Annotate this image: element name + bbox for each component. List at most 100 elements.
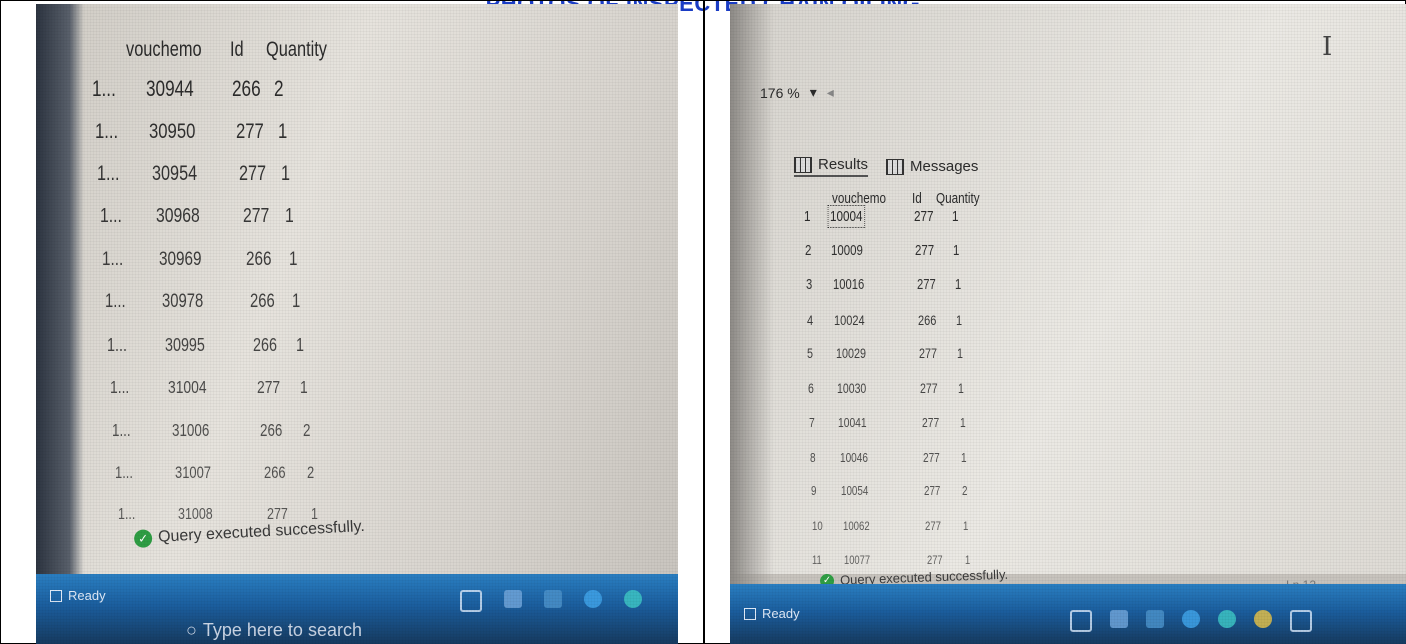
cell-rownum[interactable]: 4 — [807, 312, 813, 328]
cell-rownum[interactable]: 1... — [115, 463, 133, 483]
cell-vouchemo[interactable]: 31008 — [178, 506, 213, 524]
task-view-icon[interactable] — [460, 590, 482, 612]
cell-quantity[interactable]: 1 — [957, 346, 963, 361]
cell-rownum[interactable]: 1... — [102, 248, 123, 271]
cell-vouchemo[interactable]: 10009 — [831, 243, 863, 259]
cell-quantity[interactable]: 2 — [307, 463, 314, 483]
cell-vouchemo[interactable]: 10054 — [841, 484, 868, 498]
cell-vouchemo[interactable]: 30995 — [165, 334, 205, 356]
cell-rownum[interactable]: 1... — [92, 76, 116, 102]
cell-rownum[interactable]: 1... — [105, 291, 126, 313]
file-explorer-icon[interactable] — [1110, 610, 1128, 628]
column-header-id[interactable]: Id — [912, 190, 922, 207]
cell-id[interactable]: 277 — [920, 381, 938, 396]
cell-vouchemo[interactable]: 30968 — [156, 205, 200, 228]
column-header-vouchemo[interactable]: vouchemo — [126, 38, 202, 62]
cell-id[interactable]: 277 — [924, 484, 940, 498]
cell-id[interactable]: 266 — [250, 291, 275, 313]
cell-id[interactable]: 277 — [915, 243, 934, 259]
cell-rownum[interactable]: 9 — [811, 484, 816, 498]
cell-vouchemo[interactable]: 10030 — [837, 381, 866, 396]
cell-id[interactable]: 277 — [917, 277, 936, 293]
cell-quantity[interactable]: 1 — [281, 162, 290, 186]
cell-vouchemo[interactable]: 10004 — [827, 205, 865, 228]
browser-icon[interactable] — [1182, 610, 1200, 628]
cell-quantity[interactable]: 1 — [300, 377, 308, 398]
cell-vouchemo[interactable]: 30954 — [152, 162, 197, 186]
cell-rownum[interactable]: 1... — [107, 334, 127, 356]
cell-id[interactable]: 266 — [264, 463, 286, 483]
zoom-control[interactable]: 176 % ▾ ◂ — [760, 84, 834, 101]
cell-id[interactable]: 277 — [257, 377, 280, 398]
column-header-quantity[interactable]: Quantity — [936, 190, 980, 207]
cell-vouchemo[interactable]: 30969 — [159, 248, 202, 271]
tab-messages[interactable]: Messages — [886, 158, 978, 175]
cell-id[interactable]: 266 — [260, 420, 282, 441]
cell-vouchemo[interactable]: 10016 — [833, 277, 864, 293]
column-header-id[interactable]: Id — [230, 38, 244, 62]
cell-quantity[interactable]: 2 — [303, 420, 310, 441]
cell-vouchemo[interactable]: 31006 — [172, 420, 209, 441]
cell-id[interactable]: 266 — [918, 312, 936, 328]
cell-id[interactable]: 277 — [914, 208, 934, 225]
cell-quantity[interactable]: 1 — [952, 208, 959, 225]
cell-rownum[interactable]: 1... — [100, 205, 122, 228]
cell-quantity[interactable]: 1 — [961, 450, 967, 465]
cell-quantity[interactable]: 1 — [963, 519, 968, 533]
cell-quantity[interactable]: 1 — [953, 243, 959, 259]
cell-quantity[interactable]: 1 — [289, 248, 298, 271]
cell-id[interactable]: 277 — [239, 162, 266, 186]
taskbar-search[interactable]: ○ Type here to search — [186, 620, 362, 641]
cell-vouchemo[interactable]: 30978 — [162, 291, 203, 313]
tab-results[interactable]: Results — [794, 156, 869, 177]
cell-rownum[interactable]: 11 — [812, 553, 822, 567]
cell-rownum[interactable]: 1... — [112, 420, 131, 441]
cell-quantity[interactable]: 1 — [285, 205, 294, 228]
cell-id[interactable]: 266 — [246, 248, 272, 271]
cell-id[interactable]: 277 — [919, 346, 937, 361]
app-icon[interactable] — [624, 590, 642, 608]
cell-quantity[interactable]: 1 — [955, 277, 961, 293]
cell-vouchemo[interactable]: 31004 — [168, 377, 207, 398]
cell-rownum[interactable]: 10 — [812, 519, 823, 533]
cell-vouchemo[interactable]: 31007 — [175, 463, 211, 483]
cell-quantity[interactable]: 2 — [962, 484, 967, 498]
store-icon[interactable] — [1146, 610, 1164, 628]
cell-rownum[interactable]: 1 — [804, 208, 811, 225]
cell-vouchemo[interactable]: 30950 — [149, 119, 195, 144]
cell-quantity[interactable]: 1 — [956, 312, 962, 328]
cell-id[interactable]: 266 — [253, 334, 277, 356]
column-header-vouchemo[interactable]: vouchemo — [832, 190, 886, 207]
browser-icon[interactable] — [584, 590, 602, 608]
cell-quantity[interactable]: 1 — [958, 381, 964, 396]
cell-id[interactable]: 266 — [232, 76, 261, 102]
cell-quantity[interactable]: 1 — [296, 334, 304, 356]
cell-quantity[interactable]: 1 — [960, 415, 966, 430]
cell-rownum[interactable]: 1... — [97, 162, 120, 186]
cell-id[interactable]: 277 — [236, 119, 264, 144]
column-header-quantity[interactable]: Quantity — [266, 38, 327, 62]
cell-vouchemo[interactable]: 10062 — [843, 519, 870, 533]
task-view-icon[interactable] — [1070, 610, 1092, 632]
cell-rownum[interactable]: 5 — [807, 346, 813, 361]
cell-vouchemo[interactable]: 10046 — [840, 450, 868, 465]
cell-rownum[interactable]: 3 — [806, 277, 812, 293]
cell-rownum[interactable]: 2 — [805, 243, 811, 259]
file-explorer-icon[interactable] — [504, 590, 522, 608]
cell-quantity[interactable]: 2 — [274, 76, 284, 102]
cell-id[interactable]: 277 — [927, 553, 943, 567]
cell-vouchemo[interactable]: 10024 — [834, 312, 865, 328]
cell-quantity[interactable]: 1 — [292, 291, 300, 313]
cell-quantity[interactable]: 1 — [965, 553, 970, 567]
app-icon[interactable] — [1218, 610, 1236, 628]
cell-rownum[interactable]: 6 — [808, 381, 814, 396]
cell-id[interactable]: 277 — [925, 519, 941, 533]
cell-vouchemo[interactable]: 10029 — [836, 346, 866, 361]
camera-icon[interactable] — [1290, 610, 1312, 632]
store-icon[interactable] — [544, 590, 562, 608]
cell-rownum[interactable]: 1... — [118, 506, 135, 524]
cell-id[interactable]: 277 — [243, 205, 269, 228]
cell-rownum[interactable]: 8 — [810, 450, 816, 465]
cell-vouchemo[interactable]: 10041 — [838, 415, 867, 430]
cell-rownum[interactable]: 7 — [809, 415, 815, 430]
